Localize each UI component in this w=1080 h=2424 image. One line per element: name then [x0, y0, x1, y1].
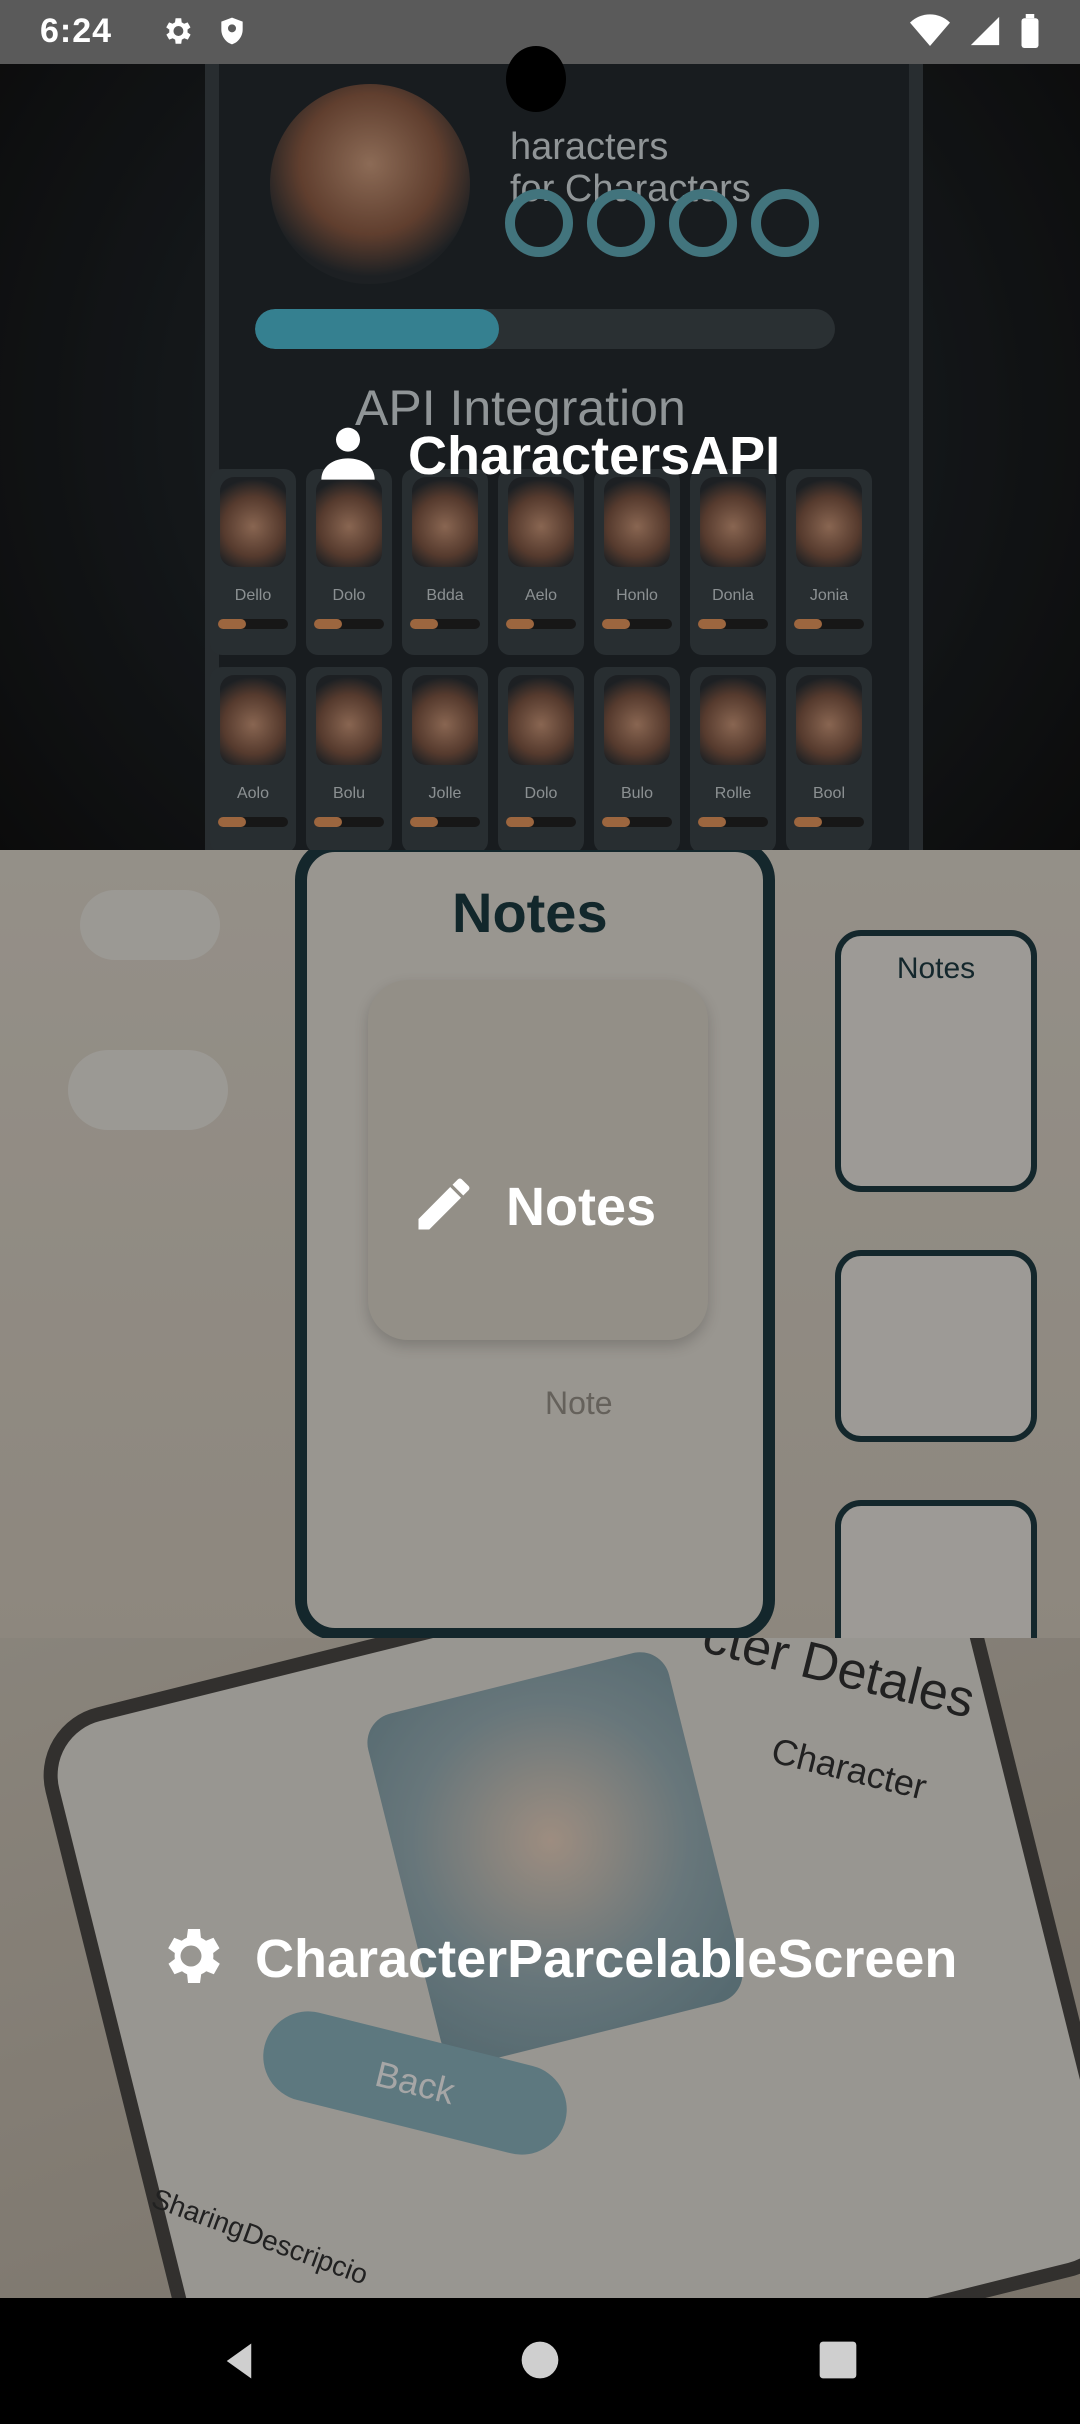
menu-item-label: CharacterParcelableScreen: [255, 1928, 958, 1989]
home-icon[interactable]: [520, 2340, 560, 2385]
menu-item-notes[interactable]: Notes Notes Note Notes: [0, 850, 1080, 1638]
settings-icon: [160, 14, 194, 53]
status-time: 6:24: [40, 12, 113, 50]
wifi-icon: [910, 14, 950, 53]
nav-bar: [0, 2298, 1080, 2424]
gear-icon: [155, 1920, 227, 1997]
characters-api-label-row[interactable]: CharactersAPI: [316, 421, 780, 490]
back-icon[interactable]: [218, 2340, 260, 2387]
character-parcelable-label-row[interactable]: CharacterParcelableScreen: [155, 1920, 957, 1997]
menu-item-character-parcelable[interactable]: cter Detales Character Back Sharing Desc…: [0, 1638, 1080, 2298]
recents-icon[interactable]: [818, 2340, 858, 2385]
pencil-icon: [410, 1170, 478, 1243]
signal-icon: [968, 14, 1002, 53]
battery-icon: [1020, 14, 1040, 53]
shield-icon: [216, 14, 248, 53]
menu-item-label: Notes: [506, 1176, 657, 1237]
menu-item-label: CharactersAPI: [408, 425, 781, 486]
camera-cutout: [506, 46, 566, 112]
notes-label-row[interactable]: Notes: [410, 1170, 656, 1243]
person-icon: [316, 421, 380, 490]
menu-item-characters-api[interactable]: haracters for Characters API Integration…: [0, 64, 1080, 850]
